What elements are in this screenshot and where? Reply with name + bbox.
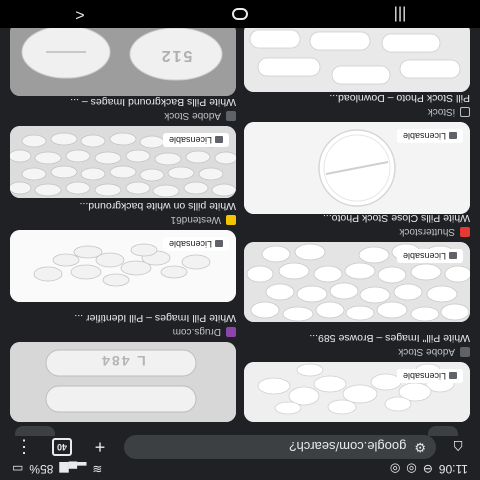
pill-imprint: L 484	[100, 353, 146, 369]
screen: 11:06 ⊖ ◎ ◎ ≋ ▂▄▆ 85% ▭ ⌂ ⚙ + 40 ⋮	[0, 0, 480, 480]
pill-imprint: 512	[159, 47, 193, 64]
favicon-icon	[460, 227, 470, 237]
notification-icon: ◎	[406, 462, 417, 476]
back-icon[interactable]: <	[60, 2, 100, 26]
filter-chip[interactable]	[15, 426, 55, 436]
notification-icon: ◎	[389, 462, 401, 476]
status-time: 11:06	[438, 462, 468, 476]
image-results-grid: Licensable Adobe Stock White Pill" Image…	[10, 24, 470, 422]
result-image[interactable]: Licensable	[244, 362, 470, 422]
result-source: Shutterstock	[244, 226, 470, 238]
result-image[interactable]: 512	[10, 24, 236, 96]
battery-icon: ▭	[12, 462, 24, 476]
result-title[interactable]: Pill Stock Photo – Download...	[244, 91, 470, 104]
new-tab-button[interactable]: +	[86, 435, 114, 459]
result-image[interactable]	[244, 24, 470, 92]
licensable-badge: Licensable	[396, 369, 463, 383]
image-icon	[215, 136, 223, 144]
battery-level: 85%	[29, 462, 54, 476]
result-card[interactable]	[244, 24, 470, 92]
licensable-badge: Licensable	[396, 249, 463, 263]
tab-switcher-button[interactable]: 40	[48, 435, 76, 459]
browser-toolbar: ⌂ ⚙ + 40 ⋮	[0, 434, 480, 460]
signal-icon: ▂▄▆	[59, 462, 87, 476]
favicon-icon	[460, 347, 470, 357]
result-image[interactable]: L 484	[10, 342, 236, 422]
licensable-badge: Licensable	[396, 129, 463, 143]
result-source: Westend61	[10, 214, 236, 226]
result-source: Drugs.com	[10, 326, 236, 338]
result-image[interactable]: Licensable	[244, 242, 470, 322]
result-card[interactable]: Licensable Adobe Stock White Pills Backg…	[10, 95, 236, 198]
status-bar: 11:06 ⊖ ◎ ◎ ≋ ▂▄▆ 85% ▭	[0, 458, 480, 480]
result-source: iStock	[244, 106, 470, 118]
favicon-icon	[460, 107, 470, 117]
result-title[interactable]: White Pill Images – Pill Identifier ...	[10, 311, 236, 324]
system-nav-bar: ||| <	[0, 0, 480, 28]
favicon-icon	[226, 111, 236, 121]
tab-count: 40	[52, 438, 72, 456]
result-card[interactable]: 512	[10, 24, 236, 96]
result-title[interactable]: White Pill" Images – Browse 589...	[244, 331, 470, 344]
recents-icon[interactable]: |||	[380, 2, 420, 26]
home-icon[interactable]: ⌂	[446, 435, 470, 459]
more-menu-button[interactable]: ⋮	[10, 435, 38, 459]
site-settings-icon[interactable]: ⚙	[414, 439, 426, 455]
licensable-badge: Licensable	[162, 133, 229, 147]
favicon-icon	[226, 327, 236, 337]
result-title[interactable]: White Pills Background Images – ...	[10, 95, 236, 108]
nav-home-icon[interactable]	[220, 2, 260, 26]
wifi-icon: ≋	[92, 462, 103, 476]
notification-icon: ⊖	[422, 462, 433, 476]
result-card[interactable]: Licensable Shutterstock White Pills Clos…	[244, 211, 470, 322]
result-image[interactable]: Licensable	[10, 230, 236, 302]
result-card[interactable]: Licensable Westend61 White pills on whit…	[10, 199, 236, 302]
pills-image	[244, 24, 470, 92]
image-icon	[449, 252, 457, 260]
result-title[interactable]: White pills on white background...	[10, 199, 236, 212]
image-icon	[449, 372, 457, 380]
plus-icon: +	[94, 437, 106, 458]
address-bar[interactable]: ⚙	[124, 435, 436, 459]
filter-chip[interactable]	[428, 426, 458, 436]
favicon-icon	[226, 215, 236, 225]
image-icon	[215, 240, 223, 248]
result-image[interactable]: Licensable	[244, 122, 470, 214]
url-input[interactable]	[254, 438, 409, 456]
result-source: Adobe Stock	[10, 110, 236, 122]
result-image[interactable]: Licensable	[10, 126, 236, 198]
licensable-badge: Licensable	[162, 237, 229, 251]
filter-chips	[0, 424, 480, 436]
result-card[interactable]: Licensable Adobe Stock White Pill" Image…	[244, 331, 470, 422]
image-icon	[449, 132, 457, 140]
result-card[interactable]: Licensable iStock Pill Stock Photo – Dow…	[244, 91, 470, 214]
result-source: Adobe Stock	[244, 346, 470, 358]
more-vert-icon: ⋮	[15, 437, 33, 458]
result-card[interactable]: L 484 Drugs.com White Pill Images – Pill…	[10, 311, 236, 422]
